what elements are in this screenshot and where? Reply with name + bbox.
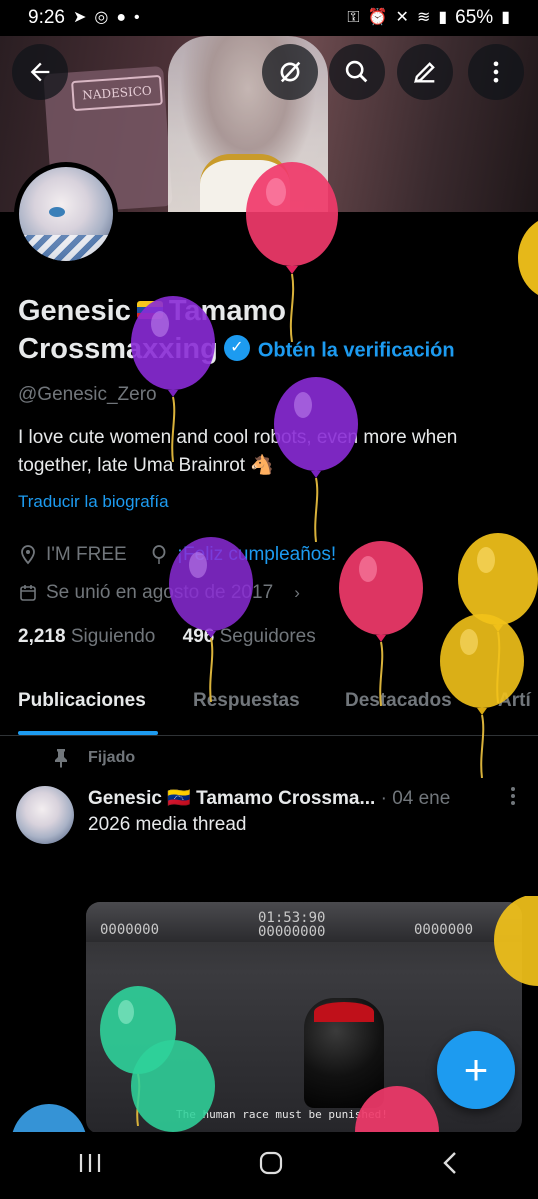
tab-highlights[interactable]: Destacados <box>345 690 452 712</box>
banner-sign: NADESICO <box>71 74 163 112</box>
plus-icon: + <box>463 1046 489 1093</box>
banner-character-collar <box>200 154 290 212</box>
profile-avatar[interactable] <box>14 162 118 266</box>
recent-apps-icon <box>80 1154 101 1172</box>
more-vertical-icon <box>493 61 499 83</box>
balloon-icon <box>518 221 538 295</box>
post-avatar[interactable] <box>16 786 74 844</box>
chevron-left-icon <box>442 1152 456 1174</box>
clock: 9:26 <box>28 7 65 28</box>
balloon-icon <box>149 545 169 565</box>
active-tab-indicator <box>18 731 158 735</box>
hud-score-mid: 00000000 <box>258 924 326 940</box>
joined-row[interactable]: Se unió en agosto de 2017 › <box>18 582 307 604</box>
translate-bio-link[interactable]: Traducir la biografía <box>18 492 169 512</box>
whatsapp-icon: ◎ <box>94 9 109 26</box>
balloon-icon <box>12 1104 86 1132</box>
telegram-icon: ➤ <box>72 9 87 26</box>
post-author[interactable]: Genesic 🇻🇪 Tamamo Crossma... <box>88 788 375 809</box>
calendar-icon <box>18 584 38 602</box>
profile-name: Genesic Tamamo Crossmaxxing ✓ Obtén la veri… <box>18 292 518 369</box>
pin-icon <box>55 749 67 768</box>
battery-level: 65% <box>455 7 494 28</box>
name-part1: Genesic <box>18 295 131 327</box>
battery-icon: ▮ <box>501 9 510 26</box>
notification-dot-icon: • <box>134 9 140 26</box>
grok-icon <box>280 61 301 83</box>
profile-location: I'M FREE <box>46 544 127 565</box>
joined-date: Se unió en agosto de 2017 <box>46 582 274 603</box>
system-back-button[interactable] <box>439 1150 461 1181</box>
tab-posts[interactable]: Publicaciones <box>18 690 146 712</box>
post-avatar-image <box>16 786 74 844</box>
edit-button[interactable] <box>397 44 453 100</box>
follow-stats: 2,218 Siguiendo 496 Seguidores <box>18 626 316 648</box>
post-more-button[interactable] <box>510 786 516 812</box>
alarm-icon: ⏰ <box>367 9 388 26</box>
more-vertical-icon <box>511 787 515 805</box>
avatar-image <box>19 167 113 261</box>
recent-apps-button[interactable] <box>77 1152 103 1179</box>
arrow-left-icon <box>30 62 50 82</box>
signal-icon: ▮ <box>438 9 448 26</box>
balloon-icon <box>458 533 538 703</box>
compose-post-button[interactable]: + <box>437 1031 515 1109</box>
profile-meta-row: I'M FREE ¡Feliz cumpleaños! <box>18 544 336 566</box>
birthday-text[interactable]: ¡Feliz cumpleaños! <box>177 544 336 566</box>
system-nav-bar <box>0 1132 538 1199</box>
chevron-right-icon: › <box>294 583 300 602</box>
hud-score-left: 0000000 <box>100 922 160 938</box>
hud-score-right: 0000000 <box>414 922 474 938</box>
tab-replies[interactable]: Respuestas <box>193 690 300 712</box>
game-character <box>304 998 384 1108</box>
post-text: 2026 media thread <box>88 814 247 835</box>
wifi-icon: ≋ <box>416 9 431 26</box>
grok-button[interactable] <box>262 44 318 100</box>
following-link[interactable]: 2,218 Siguiendo <box>18 626 155 647</box>
pinned-label: Fijado <box>52 748 135 768</box>
tab-articles[interactable]: Artí <box>498 690 531 712</box>
get-verified-link[interactable]: Obtén la verificación <box>258 339 455 361</box>
post-time[interactable]: · 04 ene <box>381 788 451 809</box>
followers-link[interactable]: 496 Seguidores <box>183 626 316 647</box>
location-icon <box>18 545 38 565</box>
name-part2: Tamamo <box>168 295 286 327</box>
search-button[interactable] <box>329 44 385 100</box>
game-caption: The human race must be punished! <box>176 1108 388 1121</box>
back-button[interactable] <box>12 44 68 100</box>
key-icon: ⚿ <box>347 9 360 26</box>
venezuela-flag-icon <box>136 301 163 320</box>
edit-icon <box>414 62 435 83</box>
profile-bio: I love cute women and cool robots, even … <box>18 427 458 476</box>
profile-handle: @Genesic_Zero <box>18 384 157 405</box>
messages-icon: ● <box>116 9 127 26</box>
home-icon <box>259 1151 283 1175</box>
more-options-button[interactable] <box>468 44 524 100</box>
post-header: Genesic 🇻🇪 Tamamo Crossma... · 04 ene <box>88 786 528 810</box>
search-icon <box>345 60 368 83</box>
name-line2: Crossmaxxing <box>18 333 218 365</box>
home-button[interactable] <box>258 1150 284 1181</box>
status-bar: 9:26 ➤ ◎ ● • ⚿ ⏰ ✕ ≋ ▮ 65% ▮ <box>0 0 538 36</box>
mute-icon: ✕ <box>395 9 409 26</box>
verified-badge-icon: ✓ <box>223 335 250 362</box>
profile-tabs: Publicaciones Respuestas Destacados Artí <box>0 680 538 736</box>
